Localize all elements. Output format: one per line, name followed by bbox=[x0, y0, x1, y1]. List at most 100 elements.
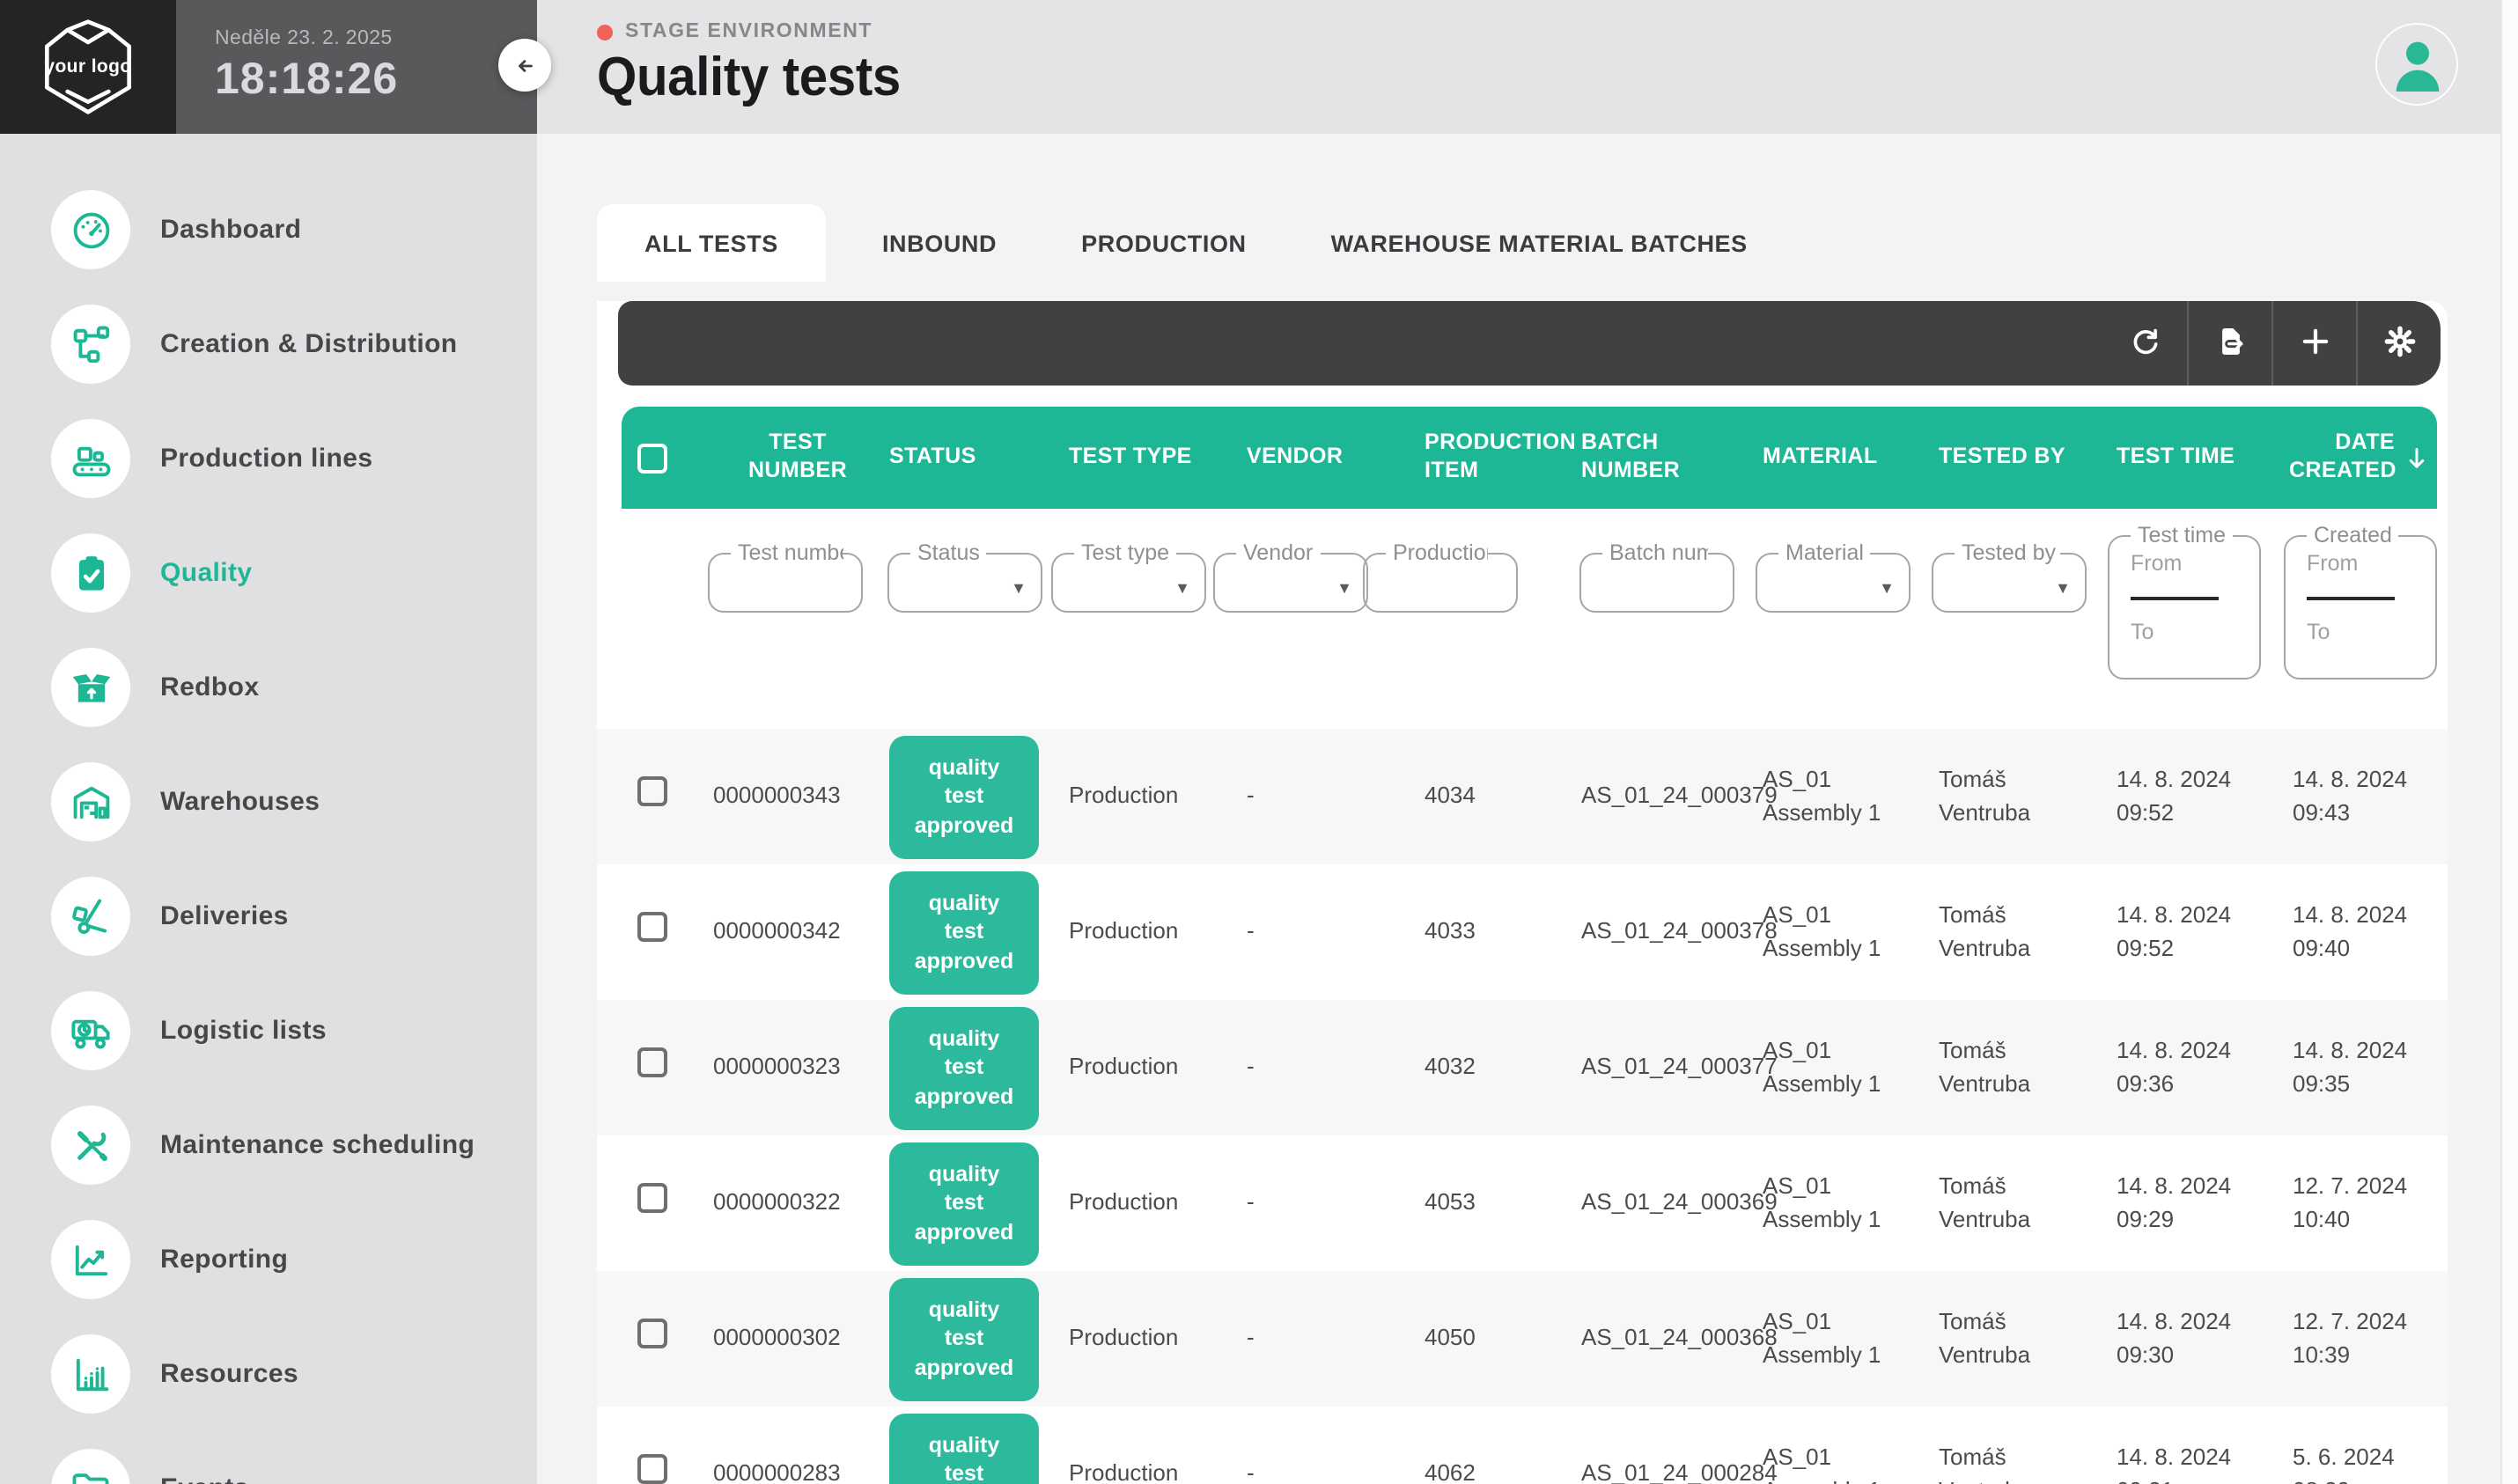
environment-label: STAGE ENVIRONMENT bbox=[625, 21, 872, 42]
sort-desc-icon[interactable] bbox=[2402, 443, 2432, 473]
cell-date-created: 5. 6. 2024 08:39 bbox=[2284, 1441, 2437, 1484]
table-row[interactable]: 0000000302 quality test approved Product… bbox=[597, 1271, 2448, 1407]
col-header-material[interactable]: MATERIAL bbox=[1756, 407, 1932, 509]
col-header-batch-number[interactable]: BATCH NUMBER bbox=[1579, 407, 1756, 509]
cell-tested-by: Tomáš Ventruba bbox=[1932, 763, 2108, 829]
chevron-down-icon[interactable]: ▼ bbox=[1879, 579, 1895, 597]
cell-production-item: 4062 bbox=[1363, 1458, 1579, 1484]
row-checkbox[interactable] bbox=[637, 1183, 667, 1213]
filter-material-input[interactable]: Material ▼ bbox=[1756, 542, 1911, 613]
sidebar-item-quality[interactable]: Quality bbox=[0, 516, 537, 630]
toolbar-export-button[interactable] bbox=[2187, 301, 2271, 386]
tab-inbound[interactable]: INBOUND bbox=[854, 204, 1025, 282]
filter-to-label[interactable]: To bbox=[2124, 619, 2245, 643]
filter-test-number-input[interactable]: Test number bbox=[708, 542, 863, 613]
chevron-down-icon[interactable]: ▼ bbox=[1174, 579, 1190, 597]
filter-label: Test time bbox=[2138, 525, 2226, 547]
app-logo[interactable]: your logo bbox=[0, 0, 176, 134]
chevron-down-icon[interactable]: ▼ bbox=[1011, 579, 1027, 597]
col-header-test-time[interactable]: TEST TIME bbox=[2108, 407, 2284, 509]
filter-from-label[interactable]: From bbox=[2124, 550, 2245, 575]
maintenance-scheduling-icon bbox=[51, 1106, 130, 1185]
cell-test-type: Production bbox=[1051, 1186, 1213, 1220]
chevron-down-icon[interactable]: ▼ bbox=[1336, 579, 1352, 597]
cell-batch-number: AS_01_24_000284 bbox=[1579, 1458, 1756, 1484]
cell-status: quality test approved bbox=[887, 1006, 1051, 1129]
filter-row: Test number Status▼Test type▼Vendor▼ Produ… bbox=[597, 509, 2448, 729]
table-row[interactable]: 0000000323 quality test approved Product… bbox=[597, 1000, 2448, 1135]
sidebar-item-production-lines[interactable]: Production lines bbox=[0, 401, 537, 516]
filter-created-input[interactable]: CreatedFromTo bbox=[2284, 525, 2437, 680]
sidebar-item-dashboard[interactable]: Dashboard bbox=[0, 173, 537, 287]
col-header-date-created[interactable]: DATE CREATED bbox=[2284, 407, 2437, 509]
tab-production[interactable]: PRODUCTION bbox=[1053, 204, 1275, 282]
tab-warehouse-material-batches[interactable]: WAREHOUSE MATERIAL BATCHES bbox=[1303, 204, 1776, 282]
col-header-vendor[interactable]: VENDOR bbox=[1213, 407, 1363, 509]
sidebar-item-resources[interactable]: Resources bbox=[0, 1317, 537, 1431]
row-select-cell bbox=[622, 1319, 708, 1359]
col-header-test-number[interactable]: TEST NUMBER bbox=[708, 407, 887, 509]
user-avatar[interactable] bbox=[2375, 23, 2458, 106]
filter-vendor-input[interactable]: Vendor▼ bbox=[1213, 542, 1368, 613]
sidebar-item-reporting[interactable]: Reporting bbox=[0, 1202, 537, 1317]
deliveries-icon bbox=[51, 877, 130, 956]
toolbar-add-button[interactable] bbox=[2271, 301, 2356, 386]
filter-from-label[interactable]: From bbox=[2300, 550, 2421, 575]
row-checkbox[interactable] bbox=[637, 1454, 667, 1484]
filter-status-input[interactable]: Status▼ bbox=[887, 542, 1042, 613]
cell-status: quality test approved bbox=[887, 1277, 1051, 1400]
sidebar-item-redbox[interactable]: Redbox bbox=[0, 630, 537, 745]
table-row[interactable]: 0000000342 quality test approved Product… bbox=[597, 864, 2448, 1000]
table-row[interactable]: 0000000343 quality test approved Product… bbox=[597, 729, 2448, 864]
chevron-down-icon[interactable]: ▼ bbox=[2055, 579, 2071, 597]
sidebar: DashboardCreation & Distribution Producti… bbox=[0, 134, 537, 1484]
col-header-production-item[interactable]: PRODUCTION ITEM bbox=[1363, 407, 1579, 509]
sidebar-item-label: Logistic lists bbox=[160, 1016, 327, 1046]
cell-date-created: 14. 8. 2024 09:43 bbox=[2284, 763, 2437, 829]
col-header-status[interactable]: STATUS bbox=[887, 407, 1051, 509]
filter-to-label[interactable]: To bbox=[2300, 619, 2421, 643]
status-badge: quality test approved bbox=[889, 1142, 1039, 1265]
scrollbar-track[interactable] bbox=[2500, 0, 2518, 1484]
filter-test-time-input[interactable]: Test time From To bbox=[2108, 525, 2261, 680]
filter-label: Material bbox=[1785, 542, 1864, 564]
table-row[interactable]: 0000000322 quality test approved Product… bbox=[597, 1135, 2448, 1271]
filter-label: Production item bbox=[1393, 542, 1488, 564]
cell-test-number: 0000000283 bbox=[708, 1458, 887, 1484]
sidebar-item-label: Production lines bbox=[160, 444, 372, 474]
toolbar-settings-button[interactable] bbox=[2356, 301, 2441, 386]
select-all-checkbox[interactable] bbox=[637, 443, 667, 473]
select-all-header-cell bbox=[622, 407, 708, 509]
sidebar-item-maintenance-scheduling[interactable]: Maintenance scheduling bbox=[0, 1088, 537, 1202]
sidebar-item-label: Redbox bbox=[160, 672, 259, 702]
sidebar-item-deliveries[interactable]: Deliveries bbox=[0, 859, 537, 973]
sidebar-item-warehouses[interactable]: Warehouses bbox=[0, 745, 537, 859]
row-checkbox[interactable] bbox=[637, 1047, 667, 1077]
cell-vendor: - bbox=[1213, 1051, 1363, 1084]
cell-tested-by: Tomáš Ventruba bbox=[1932, 1034, 2108, 1100]
table-card: TEST NUMBERSTATUSTEST TYPEVENDORPRODUCTI… bbox=[597, 301, 2448, 1484]
redbox-icon bbox=[51, 648, 130, 727]
col-header-tested-by[interactable]: TESTED BY bbox=[1932, 407, 2108, 509]
filter-test-type-input[interactable]: Test type▼ bbox=[1051, 542, 1206, 613]
tab-all-tests[interactable]: ALL TESTS bbox=[597, 204, 826, 282]
input-underline bbox=[2131, 596, 2218, 599]
sidebar-item-creation-distribution[interactable]: Creation & Distribution bbox=[0, 287, 537, 401]
row-checkbox[interactable] bbox=[637, 776, 667, 806]
sidebar-item-logistic-lists[interactable]: Logistic lists bbox=[0, 973, 537, 1088]
filter-production-item-input[interactable]: Production item bbox=[1363, 542, 1518, 613]
topbar: your logo Neděle 23. 2. 2025 18:18:26 bbox=[0, 0, 537, 134]
filter-batch-number-input[interactable]: Batch number bbox=[1579, 542, 1734, 613]
toolbar-refresh-button[interactable] bbox=[2102, 301, 2187, 386]
table-row[interactable]: 0000000283 quality test approved Product… bbox=[597, 1407, 2448, 1484]
col-header-test-type[interactable]: TEST TYPE bbox=[1051, 407, 1213, 509]
row-checkbox[interactable] bbox=[637, 912, 667, 942]
environment-row: STAGE ENVIRONMENT bbox=[597, 21, 2518, 42]
sidebar-item-events[interactable]: Events bbox=[0, 1431, 537, 1484]
filter-label: Batch number bbox=[1609, 542, 1708, 564]
filter-tested-by-input[interactable]: Tested by▼ bbox=[1932, 542, 2087, 613]
collapse-sidebar-button[interactable] bbox=[498, 39, 551, 92]
cell-material: AS_01 Assembly 1 bbox=[1756, 763, 1932, 829]
row-checkbox[interactable] bbox=[637, 1319, 667, 1348]
export-file-icon bbox=[2211, 321, 2249, 365]
